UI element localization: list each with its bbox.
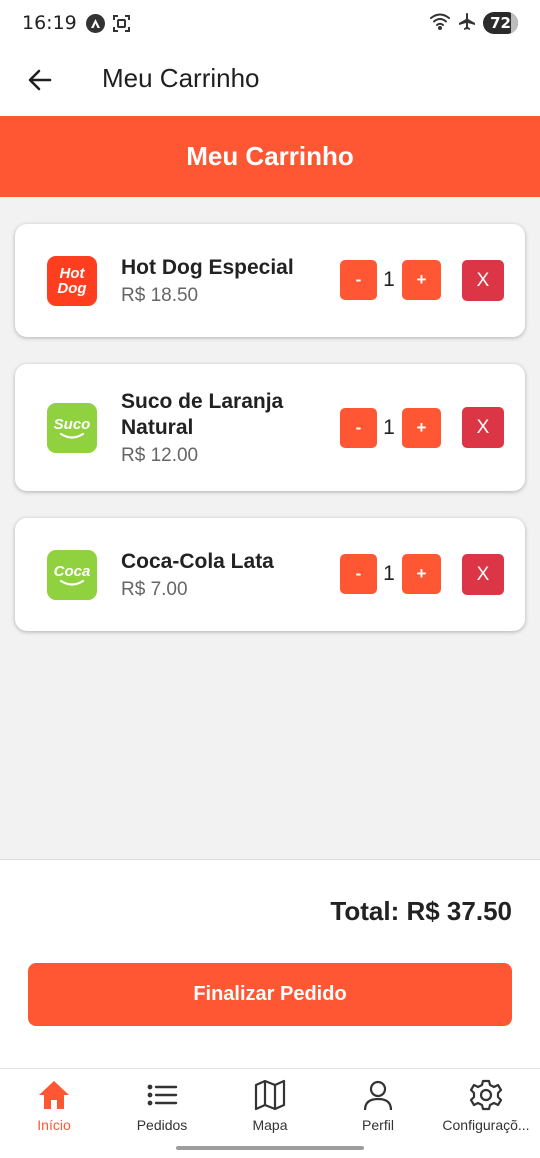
remove-item-button[interactable]: X [462, 407, 504, 448]
back-arrow-icon [28, 69, 52, 91]
item-info: Hot Dog Especial R$ 18.50 [121, 255, 321, 307]
nav-item-configuracoes[interactable]: Configuraçõ... [432, 1069, 540, 1158]
app-bar: Meu Carrinho [0, 46, 540, 116]
decrease-quantity-button[interactable]: - [340, 554, 377, 594]
banner-title: Meu Carrinho [186, 141, 354, 171]
cart-banner: Meu Carrinho [0, 116, 540, 197]
back-button[interactable] [24, 64, 56, 96]
item-price: R$ 7.00 [121, 579, 188, 600]
smile-swoosh-icon [59, 432, 85, 439]
home-icon [37, 1078, 71, 1112]
nav-label: Perfil [362, 1117, 394, 1133]
airplane-icon [458, 12, 476, 34]
smile-swoosh-icon [59, 579, 85, 586]
nav-item-perfil[interactable]: Perfil [324, 1069, 432, 1158]
cart-item: Coca Coca-Cola Lata R$ 7.00 - 1 + X [15, 518, 525, 631]
gear-icon [469, 1078, 503, 1112]
map-icon [253, 1078, 287, 1112]
item-info: Suco de Laranja Natural R$ 12.00 [121, 389, 321, 467]
item-info: Coca-Cola Lata R$ 7.00 [121, 549, 321, 601]
quantity-value: 1 [383, 416, 395, 439]
nav-label: Mapa [252, 1117, 288, 1133]
increase-quantity-button[interactable]: + [402, 260, 441, 300]
juice-logo-icon: Suco [47, 403, 97, 453]
hot-dog-logo-icon: Hot Dog [47, 256, 97, 306]
remove-item-button[interactable]: X [462, 554, 504, 595]
quantity-value: 1 [383, 562, 395, 585]
nav-item-inicio[interactable]: Início [0, 1069, 108, 1158]
nav-item-mapa[interactable]: Mapa [216, 1069, 324, 1158]
person-icon [361, 1078, 395, 1112]
remove-item-button[interactable]: X [462, 260, 504, 301]
cart-item: Suco Suco de Laranja Natural R$ 12.00 - … [15, 364, 525, 491]
logo-text: Hot [59, 265, 85, 282]
logo-text: Coca [53, 562, 91, 580]
cart-item: Hot Dog Hot Dog Especial R$ 18.50 - 1 + … [15, 224, 525, 337]
nav-label: Configuraçõ... [442, 1117, 530, 1133]
battery-indicator: 72 [483, 12, 518, 34]
item-name: Coca-Cola Lata [121, 550, 274, 573]
decrease-quantity-button[interactable]: - [340, 408, 377, 448]
increase-quantity-button[interactable]: + [402, 408, 441, 448]
item-name: Hot Dog Especial [121, 256, 294, 279]
decrease-quantity-button[interactable]: - [340, 260, 377, 300]
item-price: R$ 18.50 [121, 285, 199, 306]
status-bar: 16:19 72 [0, 0, 540, 46]
checkout-button[interactable]: Finalizar Pedido [28, 963, 512, 1026]
nav-item-pedidos[interactable]: Pedidos [108, 1069, 216, 1158]
increase-quantity-button[interactable]: + [402, 554, 441, 594]
list-icon [145, 1078, 179, 1112]
quantity-value: 1 [383, 268, 395, 291]
cart-total: Total: R$ 37.50 [330, 896, 512, 926]
cart-list: Hot Dog Hot Dog Especial R$ 18.50 - 1 + … [15, 224, 525, 658]
screenshot-status-icon [112, 14, 131, 33]
logo-text: Dog [57, 280, 87, 297]
nav-label: Início [37, 1117, 71, 1133]
accessibility-status-icon [85, 13, 105, 33]
item-price: R$ 12.00 [121, 445, 199, 466]
wifi-icon [429, 12, 451, 34]
checkout-footer: Total: R$ 37.50 Finalizar Pedido [0, 859, 540, 1068]
logo-text: Suco [53, 415, 91, 433]
cola-logo-icon: Coca [47, 550, 97, 600]
status-time: 16:19 [22, 12, 77, 34]
nav-label: Pedidos [136, 1117, 188, 1133]
item-name: Suco de Laranja Natural [121, 390, 284, 439]
page-title: Meu Carrinho [102, 63, 260, 93]
battery-level: 72 [490, 14, 511, 32]
home-indicator[interactable] [176, 1146, 364, 1150]
status-right-group: 72 [429, 12, 518, 34]
bottom-nav: Início Pedidos Mapa Perfil Configuraçõ..… [0, 1068, 540, 1158]
